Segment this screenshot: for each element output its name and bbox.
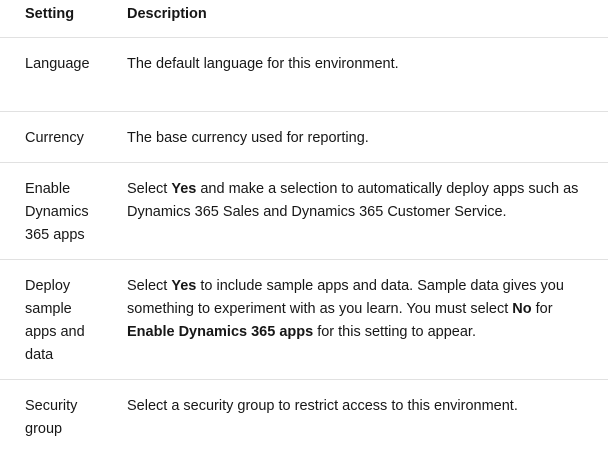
setting-name-line: Security — [25, 398, 77, 414]
setting-name-line: Dynamics — [25, 204, 89, 220]
setting-name: Security group — [0, 380, 108, 453]
setting-description: The default language for this environmen… — [108, 38, 608, 112]
setting-description: Select a security group to restrict acce… — [108, 380, 608, 453]
table-row-currency: Currency The base currency used for repo… — [0, 112, 608, 163]
table-row-security-group: Security group Select a security group to… — [0, 380, 608, 453]
option-yes: Yes — [171, 278, 196, 294]
setting-name-line: group — [25, 421, 62, 437]
settings-table: Setting Description Language The default… — [0, 0, 608, 453]
option-no: No — [512, 301, 531, 317]
table-row-language: Language The default language for this e… — [0, 38, 608, 112]
description-text: for this setting to appear. — [313, 324, 476, 340]
setting-description: Select Yes to include sample apps and da… — [108, 260, 608, 380]
table-row-deploy-sample: Deploy sample apps and data Select Yes to i… — [0, 260, 608, 380]
setting-name-line: data — [25, 347, 53, 363]
table-body: Language The default language for this e… — [0, 38, 608, 453]
setting-name-line: sample — [25, 301, 72, 317]
table-header: Setting Description — [0, 0, 608, 38]
setting-name-line: Deploy — [25, 278, 70, 294]
column-header-description: Description — [108, 0, 608, 38]
setting-name-line: 365 apps — [25, 227, 85, 243]
description-text: for — [532, 301, 553, 317]
column-header-setting: Setting — [0, 0, 108, 38]
option-yes: Yes — [171, 181, 196, 197]
header-row: Setting Description — [0, 0, 608, 38]
setting-description: Select Yes and make a selection to autom… — [108, 163, 608, 260]
setting-name: Currency — [0, 112, 108, 163]
setting-description: The base currency used for reporting. — [108, 112, 608, 163]
setting-name: Deploy sample apps and data — [0, 260, 108, 380]
setting-name-line: apps and — [25, 324, 85, 340]
setting-name: Enable Dynamics 365 apps — [0, 163, 108, 260]
table-row-enable-dynamics: Enable Dynamics 365 apps Select Yes and ma… — [0, 163, 608, 260]
setting-name-line: Enable — [25, 181, 70, 197]
setting-reference: Enable Dynamics 365 apps — [127, 324, 313, 340]
setting-name: Language — [0, 38, 108, 112]
description-text: Select — [127, 181, 171, 197]
description-text: Select — [127, 278, 171, 294]
